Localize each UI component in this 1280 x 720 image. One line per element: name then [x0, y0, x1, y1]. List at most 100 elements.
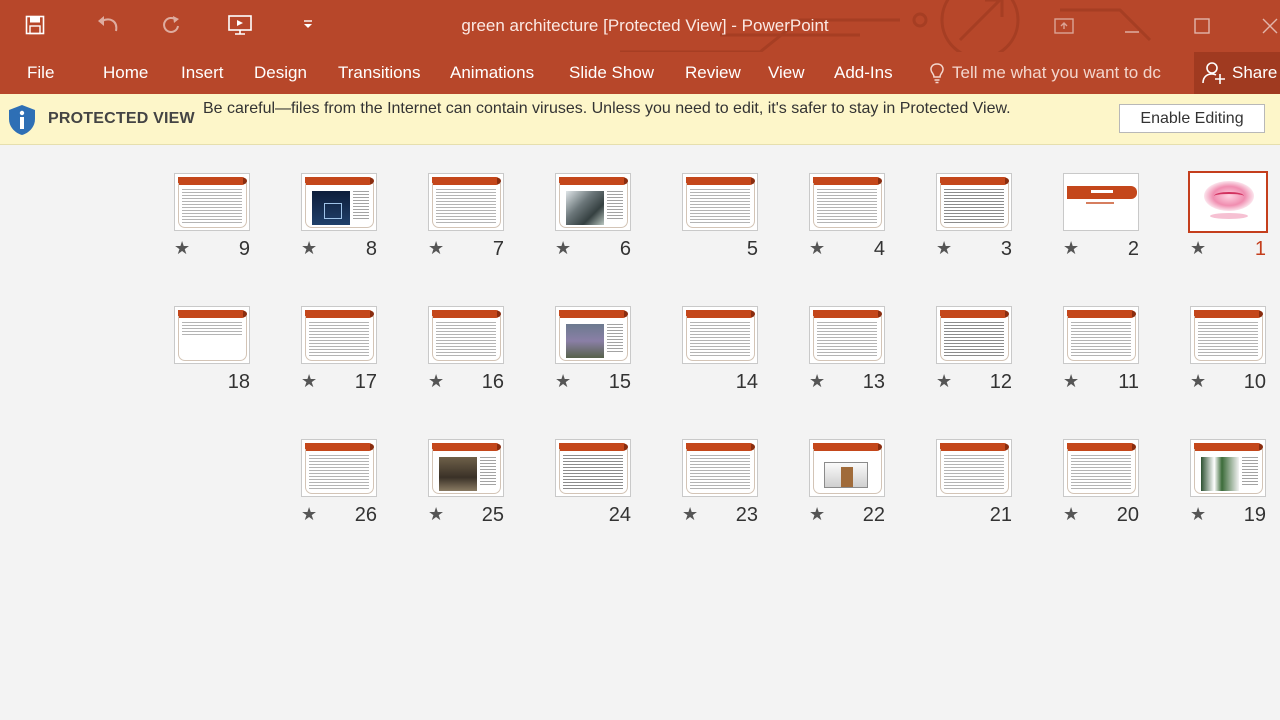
slide-preview[interactable] — [428, 173, 504, 231]
slide-thumbnail[interactable]: ★ 2 — [1063, 173, 1139, 260]
slide-thumbnail[interactable]: 5 — [682, 173, 758, 260]
slide-thumbnail[interactable]: ★ 6 — [555, 173, 631, 260]
slide-preview[interactable] — [809, 439, 885, 497]
slide-thumbnail[interactable]: ★ 25 — [428, 439, 504, 526]
slide-thumbnail[interactable]: ★ 26 — [301, 439, 377, 526]
animation-star-icon[interactable]: ★ — [428, 372, 444, 390]
share-button[interactable]: Share — [1194, 52, 1280, 94]
animation-star-icon[interactable]: ★ — [1190, 239, 1206, 257]
slide-thumbnail[interactable]: ★ 16 — [428, 306, 504, 393]
animation-star-icon[interactable]: ★ — [809, 505, 825, 523]
slide-preview[interactable] — [1190, 439, 1266, 497]
slide-thumbnail[interactable]: 18 — [174, 306, 250, 393]
enable-editing-button[interactable]: Enable Editing — [1119, 104, 1265, 133]
ribbon-display-options-button[interactable] — [1042, 6, 1086, 46]
slide-thumbnail[interactable]: ★ 1 — [1188, 171, 1268, 260]
slide-thumbnail[interactable]: ★ 11 — [1063, 306, 1139, 393]
tab-insert[interactable]: Insert — [181, 60, 224, 86]
slide-preview[interactable] — [301, 306, 377, 364]
slide-preview[interactable] — [555, 306, 631, 364]
animation-star-icon[interactable]: ★ — [428, 505, 444, 523]
animation-star-icon[interactable]: ★ — [936, 372, 952, 390]
slide-number: 6 — [619, 238, 631, 260]
slide-preview[interactable] — [174, 173, 250, 231]
slide-thumbnail[interactable]: ★ 13 — [809, 306, 885, 393]
animation-star-icon[interactable]: ★ — [1190, 505, 1206, 523]
slide-thumbnail[interactable]: 21 — [936, 439, 1012, 526]
animation-star-icon[interactable]: ★ — [1063, 372, 1079, 390]
animation-star-icon[interactable]: ★ — [301, 372, 317, 390]
maximize-button[interactable] — [1180, 6, 1224, 46]
animation-star-icon[interactable]: ★ — [301, 239, 317, 257]
slide-preview[interactable] — [428, 439, 504, 497]
animation-star-icon[interactable]: ★ — [174, 239, 190, 257]
slide-preview[interactable] — [301, 173, 377, 231]
tab-home[interactable]: Home — [103, 60, 148, 86]
slide-thumbnail[interactable]: ★ 7 — [428, 173, 504, 260]
animation-star-icon[interactable]: ★ — [301, 505, 317, 523]
slide-number: 16 — [481, 371, 504, 393]
slide-thumbnail[interactable]: ★ 12 — [936, 306, 1012, 393]
animation-star-icon[interactable]: ★ — [555, 372, 571, 390]
slide-number: 15 — [608, 371, 631, 393]
animation-star-icon[interactable]: ★ — [1063, 505, 1079, 523]
slide-preview[interactable] — [936, 306, 1012, 364]
animation-star-icon[interactable]: ★ — [555, 239, 571, 257]
slide-thumbnail[interactable]: ★ 19 — [1190, 439, 1266, 526]
slide-thumbnail[interactable]: ★ 23 — [682, 439, 758, 526]
slide-preview[interactable] — [1063, 306, 1139, 364]
animation-star-icon[interactable]: ★ — [1190, 372, 1206, 390]
tab-design[interactable]: Design — [254, 60, 307, 86]
calligraphy-subtitle — [1210, 213, 1248, 219]
slide-thumbnail[interactable]: ★ 20 — [1063, 439, 1139, 526]
minimize-button[interactable] — [1110, 6, 1154, 46]
slide-preview[interactable] — [1188, 171, 1268, 233]
tab-slide-show[interactable]: Slide Show — [569, 60, 654, 86]
animation-star-icon[interactable]: ★ — [809, 372, 825, 390]
animation-star-icon[interactable]: ★ — [428, 239, 444, 257]
slide-thumbnail[interactable]: ★ 3 — [936, 173, 1012, 260]
tell-me-search[interactable]: Tell me what you want to dc — [928, 60, 1161, 86]
animation-star-icon[interactable]: ★ — [936, 239, 952, 257]
tab-view[interactable]: View — [768, 60, 805, 86]
slide-preview[interactable] — [682, 306, 758, 364]
slide-number: 9 — [238, 238, 250, 260]
slide-thumbnail[interactable]: ★ 10 — [1190, 306, 1266, 393]
slide-thumbnail[interactable]: ★ 4 — [809, 173, 885, 260]
slide-thumbnail[interactable]: 14 — [682, 306, 758, 393]
slide-number: 22 — [862, 504, 885, 526]
slide-thumbnail[interactable]: ★ 22 — [809, 439, 885, 526]
protected-view-bar: PROTECTED VIEW Be careful—files from the… — [0, 94, 1280, 145]
slide-thumbnail[interactable]: ★ 8 — [301, 173, 377, 260]
tab-transitions[interactable]: Transitions — [338, 60, 421, 86]
slide-thumbnail[interactable]: ★ 17 — [301, 306, 377, 393]
close-window-button[interactable] — [1248, 6, 1280, 46]
protected-view-label: PROTECTED VIEW — [48, 110, 195, 127]
slide-preview[interactable] — [555, 173, 631, 231]
slide-preview[interactable] — [809, 173, 885, 231]
tab-animations[interactable]: Animations — [450, 60, 534, 86]
slide-preview[interactable] — [301, 439, 377, 497]
slide-thumbnail[interactable]: ★ 9 — [174, 173, 250, 260]
slide-preview[interactable] — [1063, 173, 1139, 231]
slide-preview[interactable] — [936, 173, 1012, 231]
slide-preview[interactable] — [555, 439, 631, 497]
tab-add-ins[interactable]: Add-Ins — [834, 60, 893, 86]
slide-preview[interactable] — [1063, 439, 1139, 497]
slide-thumbnail[interactable]: 24 — [555, 439, 631, 526]
tab-file[interactable]: File — [27, 60, 54, 86]
body-text — [309, 455, 369, 491]
animation-star-icon[interactable]: ★ — [809, 239, 825, 257]
tab-review[interactable]: Review — [685, 60, 741, 86]
slide-number: 19 — [1243, 504, 1266, 526]
slide-preview[interactable] — [174, 306, 250, 364]
slide-preview[interactable] — [682, 173, 758, 231]
animation-star-icon[interactable]: ★ — [1063, 239, 1079, 257]
slide-thumbnail[interactable]: ★ 15 — [555, 306, 631, 393]
slide-preview[interactable] — [936, 439, 1012, 497]
animation-star-icon[interactable]: ★ — [682, 505, 698, 523]
slide-preview[interactable] — [809, 306, 885, 364]
slide-preview[interactable] — [682, 439, 758, 497]
slide-preview[interactable] — [428, 306, 504, 364]
slide-preview[interactable] — [1190, 306, 1266, 364]
